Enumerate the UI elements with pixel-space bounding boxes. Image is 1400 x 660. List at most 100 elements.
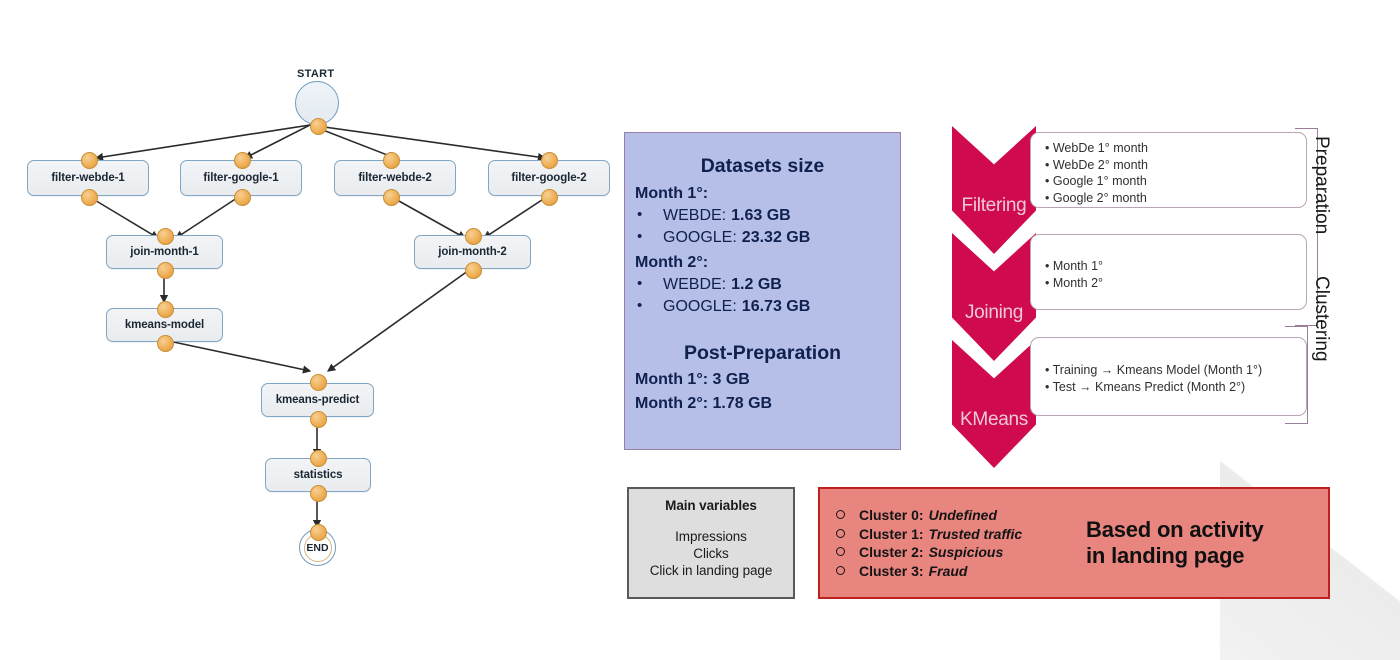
main-variable-clicks: Clicks [693, 546, 729, 561]
node-label: filter-webde-1 [51, 172, 125, 184]
post-preparation-month1: Month 1°: 3 GB [635, 371, 750, 388]
datasets-month2-row-webde: • WEBDE: 1.2 GB [637, 275, 900, 294]
cluster-row: Cluster 1: Trusted traffic [836, 526, 1076, 542]
cluster-value: Fraud [928, 562, 968, 579]
port-statistics-in[interactable] [310, 450, 327, 467]
group-label-clustering: Clustering [1311, 276, 1332, 362]
port-join-month-1-out[interactable] [157, 262, 174, 279]
dataset-size: 23.32 GB [741, 229, 811, 246]
cluster-value: Undefined [928, 507, 998, 524]
port-filter-google-1-in[interactable] [234, 152, 251, 169]
start-out-port[interactable] [310, 118, 327, 135]
node-label: join-month-1 [130, 246, 199, 258]
dataset-size: 1.2 GB [731, 276, 782, 293]
port-kmeans-model-in[interactable] [157, 301, 174, 318]
dataset-name: WEBDE: [663, 276, 727, 293]
main-variable-click-landing: Click in landing page [649, 563, 773, 578]
node-label: statistics [293, 469, 343, 481]
port-kmeans-model-out[interactable] [157, 335, 174, 352]
main-variables-title: Main variables [665, 498, 757, 513]
clusters-card: Cluster 0: Undefined Cluster 1: Trusted … [818, 487, 1330, 599]
cluster-value: Suspicious [928, 544, 1004, 561]
bullet-icon: • [637, 275, 643, 292]
datasets-month1-row-google: • GOOGLE: 23.32 GB [637, 228, 900, 247]
circle-bullet-icon [836, 510, 845, 520]
list-item: Google 1° month [1045, 173, 1296, 190]
panel-filtering-items: WebDe 1° month WebDe 2° month Google 1° … [1030, 132, 1307, 208]
cluster-list: Cluster 0: Undefined Cluster 1: Trusted … [836, 505, 1076, 582]
port-kmeans-predict-in[interactable] [310, 374, 327, 391]
port-filter-webde-2-out[interactable] [383, 189, 400, 206]
end-in-port[interactable] [310, 524, 327, 541]
list-item: WebDe 2° month [1045, 157, 1296, 174]
cluster-row: Cluster 0: Undefined [836, 507, 1076, 523]
cluster-name: Cluster 2: [859, 544, 924, 561]
circle-bullet-icon [836, 565, 845, 575]
main-variable-impressions: Impressions [675, 529, 747, 544]
port-join-month-2-out[interactable] [465, 262, 482, 279]
bullet-icon: • [637, 228, 643, 245]
datasets-title: Datasets size [700, 155, 825, 177]
port-statistics-out[interactable] [310, 485, 327, 502]
port-kmeans-predict-out[interactable] [310, 411, 327, 428]
panel-joining-items: Month 1° Month 2° [1030, 234, 1307, 310]
chevron-label: Filtering [961, 195, 1027, 216]
node-label: filter-webde-2 [358, 172, 432, 184]
post-preparation-month2: Month 2°: 1.78 GB [635, 395, 773, 412]
cluster-name: Cluster 1: [859, 525, 924, 542]
port-join-month-2-in[interactable] [465, 228, 482, 245]
node-label: filter-google-2 [511, 172, 587, 184]
cluster-row: Cluster 3: Fraud [836, 563, 1076, 579]
port-filter-webde-1-in[interactable] [81, 152, 98, 169]
workflow-graph: START filter-webde-1 filter-google-1 fil… [0, 0, 640, 660]
dataset-name: GOOGLE: [663, 229, 737, 246]
dataset-name: GOOGLE: [663, 298, 737, 315]
end-label: END [306, 541, 329, 554]
group-label-preparation: Preparation [1311, 136, 1332, 235]
clusters-tagline-line2: in landing page [1086, 543, 1245, 568]
start-label: START [297, 68, 335, 80]
bullet-icon: • [637, 206, 643, 223]
slide-canvas: START filter-webde-1 filter-google-1 fil… [0, 0, 1400, 660]
chevron-label: Joining [964, 302, 1024, 323]
chevron-filtering[interactable]: Filtering [952, 126, 1036, 254]
cluster-name: Cluster 0: [859, 507, 924, 524]
port-filter-google-1-out[interactable] [234, 189, 251, 206]
panel-kmeans-items: Training → Kmeans Model (Month 1°) Test … [1030, 337, 1307, 416]
node-label: join-month-2 [438, 246, 507, 258]
dataset-size: 16.73 GB [741, 298, 811, 315]
cluster-value: Trusted traffic [928, 525, 1023, 542]
dataset-name: WEBDE: [663, 207, 727, 224]
datasets-size-panel: Datasets size Month 1°: • WEBDE: 1.63 GB… [624, 132, 901, 450]
bullet-icon: • [637, 297, 643, 314]
bracket-clustering [1285, 326, 1308, 424]
datasets-month1-row-webde: • WEBDE: 1.63 GB [637, 206, 900, 225]
port-filter-webde-2-in[interactable] [383, 152, 400, 169]
clusters-tagline-line1: Based on activity [1086, 517, 1264, 543]
list-item: Month 2° [1045, 275, 1296, 292]
node-label: kmeans-model [124, 319, 205, 331]
circle-bullet-icon [836, 547, 845, 557]
port-filter-webde-1-out[interactable] [81, 189, 98, 206]
port-join-month-1-in[interactable] [157, 228, 174, 245]
list-item: Google 2° month [1045, 190, 1296, 207]
chevron-label: KMeans [960, 409, 1028, 430]
node-label: filter-google-1 [203, 172, 279, 184]
main-variables-card: Main variables Impressions Clicks Click … [627, 487, 795, 599]
list-item: Test → Kmeans Predict (Month 2°) [1045, 379, 1296, 396]
port-filter-google-2-in[interactable] [541, 152, 558, 169]
list-item: WebDe 1° month [1045, 140, 1296, 157]
process-steps: Filtering WebDe 1° month WebDe 2° month … [940, 126, 1340, 468]
list-item: Training → Kmeans Model (Month 1°) [1045, 362, 1296, 379]
port-filter-google-2-out[interactable] [541, 189, 558, 206]
list-item: Month 1° [1045, 258, 1296, 275]
datasets-month2-label: Month 2°: [635, 254, 709, 271]
clusters-tagline: Based on activity in landing page [1086, 517, 1264, 569]
datasets-month1-label: Month 1°: [635, 185, 709, 202]
node-label: kmeans-predict [275, 394, 360, 406]
cluster-name: Cluster 3: [859, 562, 924, 579]
datasets-month2-row-google: • GOOGLE: 16.73 GB [637, 297, 900, 316]
dataset-size: 1.63 GB [731, 207, 791, 224]
circle-bullet-icon [836, 528, 845, 538]
